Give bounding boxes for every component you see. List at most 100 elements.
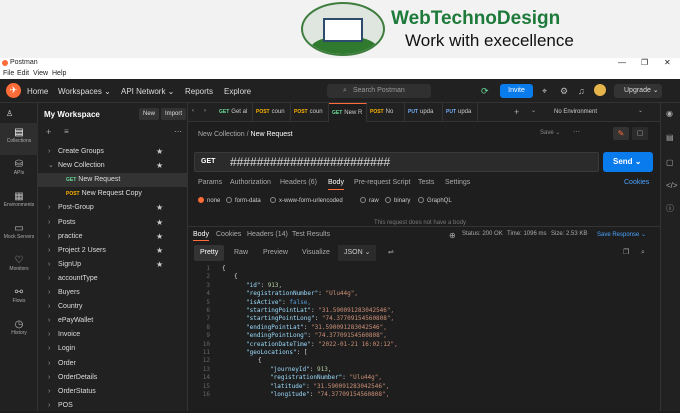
satellite-icon[interactable]: ⌖ — [542, 86, 547, 97]
save-response-button[interactable]: Save Response ⌄ — [597, 231, 646, 238]
gear-icon[interactable]: ⚙ — [560, 86, 568, 97]
tab-body[interactable]: Body — [328, 179, 344, 190]
send-button[interactable]: Send ⌄ — [603, 152, 653, 172]
tab-scroll-left-icon[interactable]: ‹ — [192, 108, 194, 114]
sidebar-request-item[interactable]: GET New Request — [38, 173, 187, 188]
request-tab[interactable]: POST coun — [253, 103, 291, 122]
tab-overflow-icon[interactable]: ⌄ — [531, 107, 536, 114]
filter-icon[interactable]: ≡ — [64, 127, 69, 136]
star-icon[interactable]: ★ — [156, 230, 163, 244]
new-button[interactable]: New — [139, 108, 160, 120]
copy-icon[interactable]: ❐ — [617, 245, 635, 261]
chevron-icon[interactable]: › — [48, 145, 50, 159]
chevron-icon[interactable]: › — [48, 286, 50, 300]
sidebar-collection-item[interactable]: › Posts ★ — [38, 216, 187, 230]
sidebar-collection-item[interactable]: › Invoice — [38, 328, 187, 342]
star-icon[interactable]: ★ — [156, 159, 163, 173]
upgrade-button[interactable]: Upgrade ⌄ — [614, 84, 662, 98]
rail-mock-servers[interactable]: ▭ Mock Servers — [0, 219, 38, 251]
star-icon[interactable]: ★ — [156, 258, 163, 272]
search-response-icon[interactable]: ⌕ — [635, 245, 651, 261]
response-tab-headers[interactable]: Headers (14) — [247, 231, 288, 238]
request-tab[interactable]: PUT upda — [443, 103, 478, 122]
invite-button[interactable]: Invite — [500, 84, 533, 98]
rail-environments[interactable]: ▦ Environments — [0, 187, 38, 219]
menu-view[interactable]: View — [33, 70, 48, 77]
radio-binary[interactable]: binary — [385, 197, 410, 204]
breadcrumb-parent[interactable]: New Collection / — [198, 131, 249, 138]
tab-pre-request-script[interactable]: Pre-request Script — [354, 179, 410, 186]
chevron-icon[interactable]: › — [48, 357, 50, 371]
view-pretty[interactable]: Pretty — [194, 245, 225, 261]
nav-explore[interactable]: Explore — [224, 87, 251, 96]
save-button[interactable]: Save ⌄ — [540, 129, 560, 136]
star-icon[interactable]: ★ — [156, 201, 163, 215]
sidebar-collection-item[interactable]: › Login — [38, 342, 187, 356]
chevron-icon[interactable]: › — [48, 258, 50, 272]
method-select[interactable]: GET — [201, 158, 215, 165]
response-tab-body[interactable]: Body — [193, 231, 209, 241]
more-icon[interactable]: ⋯ — [573, 128, 580, 136]
chevron-icon[interactable]: › — [48, 216, 50, 230]
chevron-icon[interactable]: › — [48, 300, 50, 314]
tab-headers[interactable]: Headers (6) — [280, 179, 317, 186]
tab-scroll-right-icon[interactable]: › — [204, 108, 206, 114]
menu-help[interactable]: Help — [52, 70, 66, 77]
eye-icon[interactable]: ◉ — [666, 109, 673, 118]
environment-select[interactable]: No Environment — [554, 103, 597, 122]
rail-history[interactable]: ◷ History — [0, 315, 38, 347]
cookies-link[interactable]: Cookies — [624, 179, 649, 186]
sidebar-collection-item[interactable]: › OrderStatus — [38, 385, 187, 399]
wrap-icon[interactable]: ⇌ — [382, 245, 400, 261]
new-tab-icon[interactable]: + — [514, 107, 519, 117]
chevron-icon[interactable]: › — [48, 314, 50, 328]
view-visualize[interactable]: Visualize — [296, 245, 336, 261]
nav-home[interactable]: Home — [27, 87, 48, 96]
rail-flows[interactable]: ⚯ Flows — [0, 283, 38, 315]
sidebar-collection-item[interactable]: › Project 2 Users ★ — [38, 244, 187, 258]
chevron-icon[interactable]: › — [48, 385, 50, 399]
sidebar-collection-item[interactable]: › practice ★ — [38, 230, 187, 244]
minimize-button[interactable]: — — [618, 58, 626, 67]
sidebar-request-item[interactable]: POST New Request Copy — [38, 187, 187, 201]
response-tab-cookies[interactable]: Cookies — [216, 231, 241, 238]
code-icon[interactable]: </> — [666, 181, 678, 190]
radio-form-data[interactable]: form-data — [226, 197, 261, 204]
sidebar-collection-item[interactable]: › accountType — [38, 272, 187, 286]
url-input[interactable]: ######################## — [230, 155, 390, 169]
rail-collections[interactable]: ▤ Collections — [0, 123, 38, 155]
info-icon[interactable]: ⓘ — [666, 203, 674, 214]
menu-file[interactable]: File — [3, 70, 14, 77]
bell-icon[interactable]: ♫ — [578, 86, 585, 96]
tab-tests[interactable]: Tests — [418, 179, 434, 186]
maximize-button[interactable]: ❐ — [641, 58, 648, 67]
view-raw[interactable]: Raw — [228, 245, 254, 261]
format-select[interactable]: JSON ⌄ — [338, 245, 377, 261]
search-input[interactable]: ⌕ Search Postman — [327, 84, 431, 98]
more-icon[interactable]: ⋯ — [174, 127, 182, 136]
sync-icon[interactable]: ⟳ — [481, 86, 489, 97]
tab-authorization[interactable]: Authorization — [230, 179, 271, 186]
response-body-code[interactable]: 1{2{3 "id": 913, 4 "registrationNumber": "U… — [188, 265, 660, 411]
chevron-icon[interactable]: ⌄ — [48, 159, 54, 173]
edit-icon[interactable]: ✎ — [613, 127, 629, 140]
documentation-icon[interactable]: ▤ — [666, 133, 674, 142]
sidebar-collection-item[interactable]: › OrderDetails — [38, 371, 187, 385]
chevron-icon[interactable]: › — [48, 244, 50, 258]
tab-params[interactable]: Params — [198, 179, 222, 186]
postman-logo-icon[interactable]: ✈ — [6, 83, 21, 98]
sidebar-collection-item[interactable]: › ePayWallet — [38, 314, 187, 328]
close-button[interactable]: ✕ — [664, 58, 671, 67]
tab-settings[interactable]: Settings — [445, 179, 470, 186]
chevron-icon[interactable]: › — [48, 328, 50, 342]
radio-urlencoded[interactable]: x-www-form-urlencoded — [270, 197, 343, 204]
request-tab[interactable]: POST coun — [291, 103, 329, 122]
request-tab[interactable]: PUT upda — [405, 103, 443, 122]
menu-edit[interactable]: Edit — [17, 70, 29, 77]
nav-reports[interactable]: Reports — [185, 87, 213, 96]
avatar[interactable] — [594, 84, 606, 96]
request-tab[interactable]: GET Get al — [216, 103, 253, 122]
sidebar-collection-item[interactable]: › Buyers — [38, 286, 187, 300]
sidebar-collection-item[interactable]: › Post-Group ★ — [38, 201, 187, 215]
star-icon[interactable]: ★ — [156, 244, 163, 258]
